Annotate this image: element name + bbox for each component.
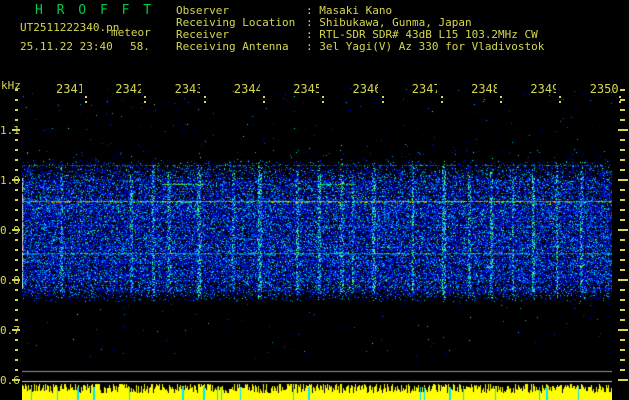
hrofft-screen: H R O F F T UT2511222340.pn meteor 25.11… (0, 0, 629, 400)
freq-tick (15, 359, 18, 361)
freq-tick (15, 199, 18, 201)
freq-tick (15, 309, 18, 311)
freq-tick (620, 149, 625, 151)
capture-filename: UT2511222340.pn (20, 21, 120, 34)
time-label: 2342 (115, 82, 141, 96)
freq-tick (12, 329, 20, 331)
freq-tick (15, 339, 18, 341)
minute-tick (500, 96, 503, 105)
freq-tick (12, 129, 20, 131)
freq-tick (620, 289, 625, 291)
minute-tick (85, 96, 87, 105)
freq-tick (618, 329, 628, 331)
capture-datetime: 25.11.22 23:40 (20, 40, 113, 53)
minute-tick (144, 96, 147, 105)
freq-tick (15, 99, 18, 101)
time-label: 2346 (352, 82, 379, 96)
freq-tick (15, 299, 18, 301)
freq-tick (15, 89, 18, 91)
freq-tick (15, 319, 18, 321)
app-title: H R O F F T (35, 3, 155, 18)
minute-tick (203, 96, 206, 105)
freq-tick (618, 179, 628, 181)
time-label: 2347 (411, 82, 438, 96)
minute-tick (262, 96, 265, 105)
minute-tick (559, 96, 562, 105)
time-label: 2349 (530, 82, 557, 96)
spectrogram-canvas (22, 88, 612, 400)
freq-tick (12, 179, 20, 181)
freq-tick (620, 359, 625, 361)
freq-tick (620, 319, 625, 321)
time-label: 2344 (233, 82, 260, 96)
freq-tick (15, 349, 18, 351)
freq-tick (15, 159, 18, 161)
freq-tick (620, 119, 625, 121)
freq-tick (620, 309, 625, 311)
freq-tick (15, 269, 18, 271)
freq-tick (15, 119, 18, 121)
freq-tick (15, 239, 18, 241)
station-info-label: Receiving Antenna (176, 40, 289, 53)
freq-tick (15, 259, 18, 261)
freq-tick (12, 279, 20, 281)
freq-tick (620, 299, 625, 301)
freq-tick (620, 369, 625, 371)
freq-tick (15, 109, 18, 111)
freq-tick (620, 269, 625, 271)
freq-tick (620, 189, 625, 191)
freq-tick (15, 219, 18, 221)
freq-tick (15, 169, 18, 171)
time-label: 2345 (293, 82, 319, 96)
station-info: Observer: Masaki Kano Receiving Location… (176, 5, 544, 53)
freq-tick (618, 129, 628, 131)
minute-tick (322, 96, 325, 105)
freq-tick (15, 189, 18, 191)
freq-tick (12, 379, 20, 381)
freq-tick (620, 259, 625, 261)
freq-tick (15, 289, 18, 291)
freq-tick (620, 99, 625, 101)
capture-mode-label: meteor (111, 26, 151, 39)
freq-tick (618, 279, 628, 281)
freq-tick (12, 229, 20, 231)
freq-tick (620, 239, 625, 241)
freq-tick (620, 209, 625, 211)
station-info-row: Receiving Antenna: 3el Yagi(V) Az 330 fo… (176, 41, 544, 53)
freq-tick (618, 379, 628, 381)
freq-tick (15, 249, 18, 251)
time-label: 2343 (174, 82, 201, 96)
freq-tick (620, 339, 625, 341)
freq-tick (620, 159, 625, 161)
freq-tick (620, 219, 625, 221)
freq-tick (618, 229, 628, 231)
freq-tick (620, 139, 625, 141)
noise-level: 58. (130, 40, 150, 53)
time-label: 2341 (56, 82, 82, 96)
freq-tick (15, 139, 18, 141)
freq-tick (15, 209, 18, 211)
freq-tick (620, 199, 625, 201)
freq-tick (620, 169, 625, 171)
station-info-value: 3el Yagi(V) Az 330 for Vladivostok (319, 40, 545, 53)
freq-tick (15, 369, 18, 371)
colon: : (306, 40, 320, 53)
freq-tick (15, 149, 18, 151)
minute-tick (381, 96, 384, 105)
freq-tick (620, 89, 625, 91)
freq-tick (620, 109, 625, 111)
freq-tick (620, 349, 625, 351)
time-label: 2348 (471, 82, 497, 96)
freq-tick (620, 249, 625, 251)
minute-tick (440, 96, 443, 105)
time-label: 2350 (589, 82, 619, 96)
